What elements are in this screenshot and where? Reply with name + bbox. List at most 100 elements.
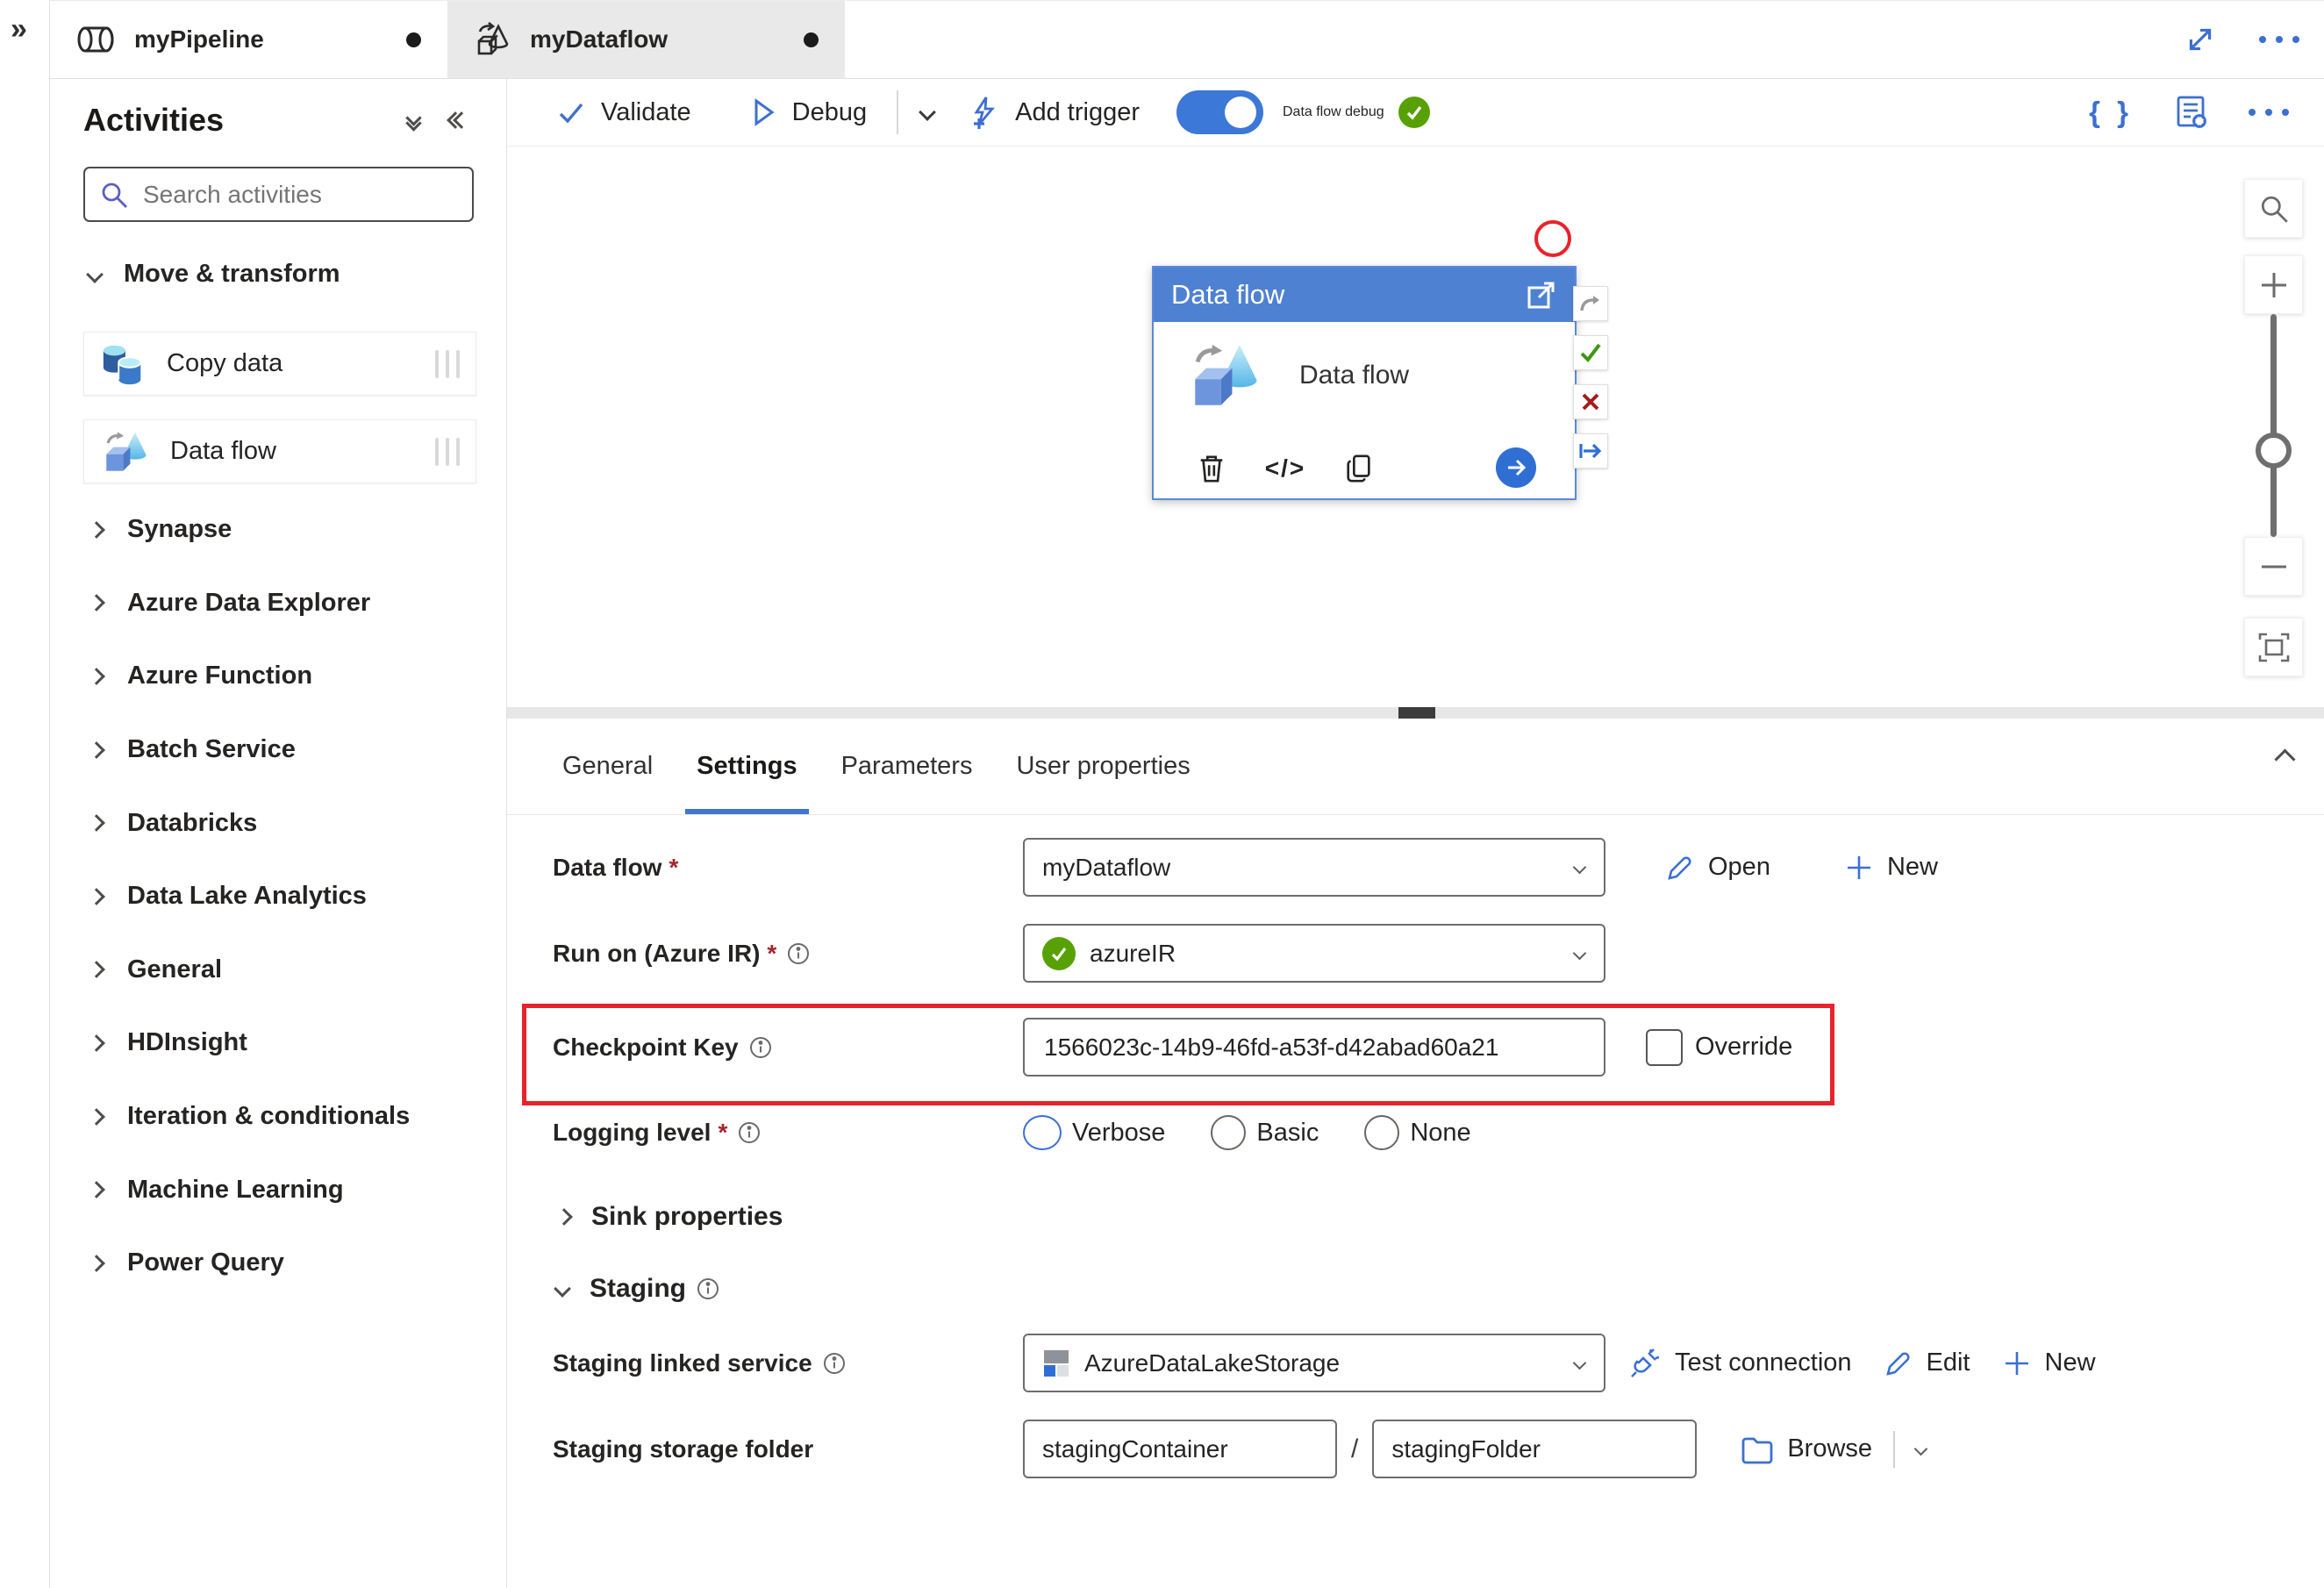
activities-title: Activities	[83, 102, 225, 138]
validate-button[interactable]: Validate	[556, 97, 691, 127]
clone-copy-icon[interactable]	[1343, 453, 1375, 484]
tab-settings[interactable]: Settings	[675, 719, 819, 814]
debug-button[interactable]: Debug	[749, 97, 867, 127]
browse-button[interactable]: Browse	[1741, 1434, 1872, 1464]
search-activities-box[interactable]	[83, 167, 474, 222]
unsaved-dot-icon	[804, 32, 819, 47]
category-hdinsight[interactable]: HDInsight	[50, 1006, 507, 1080]
category-iteration-conditionals[interactable]: Iteration & conditionals	[50, 1080, 507, 1154]
resize-diagonal-icon[interactable]	[2184, 23, 2217, 56]
radio-verbose[interactable]	[1023, 1115, 1062, 1150]
open-in-new-icon[interactable]	[1526, 279, 1557, 311]
debug-dropdown-chevron-icon[interactable]	[919, 104, 937, 121]
category-general[interactable]: General	[50, 933, 507, 1007]
rerun-arrow-icon[interactable]	[1573, 286, 1608, 321]
chevron-down-icon	[1572, 860, 1587, 875]
staging-container-input[interactable]	[1040, 1434, 1319, 1464]
override-checkbox[interactable]	[1646, 1028, 1683, 1066]
category-power-query[interactable]: Power Query	[50, 1227, 507, 1300]
run-on-label: Run on (Azure IR) *	[553, 940, 1023, 968]
radio-basic[interactable]	[1211, 1115, 1247, 1150]
new-plus-icon	[2005, 1351, 2028, 1375]
zoom-slider-thumb[interactable]	[2256, 433, 2292, 469]
chevron-down-icon	[1572, 946, 1587, 961]
tab-label: myDataflow	[530, 25, 669, 53]
staging-group[interactable]: Staging	[553, 1270, 2324, 1308]
tab-label: myPipeline	[134, 25, 264, 53]
tab-mydataflow[interactable]: myDataflow	[447, 1, 845, 78]
double-chevron-down-icon[interactable]	[405, 109, 422, 132]
canvas-search-button[interactable]	[2244, 179, 2303, 238]
activity-data-flow[interactable]: Data flow	[83, 419, 476, 483]
edit-linked-service-button[interactable]: Edit	[1884, 1348, 1970, 1378]
next-arrow-icon[interactable]	[1573, 433, 1608, 469]
info-icon	[738, 1121, 761, 1144]
pipeline-canvas[interactable]: Data flow Data flow </>	[507, 147, 2324, 707]
zoom-slider-track[interactable]	[2270, 314, 2277, 537]
tab-general[interactable]: General	[540, 719, 675, 814]
edit-pencil-icon	[1668, 855, 1691, 880]
more-options-icon[interactable]	[2259, 36, 2299, 43]
panel-resize-handle[interactable]	[1398, 707, 1435, 719]
section-move-and-transform[interactable]: Move & transform	[86, 260, 340, 289]
category-databricks[interactable]: Databricks	[50, 786, 507, 860]
staging-folder-input-wrap	[1372, 1420, 1698, 1478]
code-braces-icon[interactable]: { }	[2089, 96, 2133, 129]
activities-sidebar: Activities Move & transform	[50, 79, 507, 1588]
staging-folder-input[interactable]	[1390, 1434, 1680, 1464]
category-batch-service[interactable]: Batch Service	[50, 713, 507, 787]
chevron-right-icon	[88, 740, 105, 759]
add-trigger-button[interactable]: Add trigger	[969, 95, 1140, 130]
info-icon	[749, 1036, 772, 1059]
new-dataflow-button[interactable]: New	[1844, 853, 1938, 883]
tab-user-properties[interactable]: User properties	[994, 719, 1212, 814]
category-azure-data-explorer[interactable]: Azure Data Explorer	[50, 567, 507, 640]
data-flow-label: Data flow *	[553, 853, 679, 881]
data-flow-select[interactable]: myDataflow	[1023, 838, 1605, 897]
search-activities-input[interactable]	[141, 179, 440, 210]
more-options-icon[interactable]	[2249, 109, 2289, 116]
category-azure-function[interactable]: Azure Function	[50, 640, 507, 713]
checkpoint-key-input[interactable]	[1042, 1032, 1586, 1062]
panel-resize-divider[interactable]	[507, 707, 2324, 719]
error-x-icon[interactable]	[1573, 384, 1608, 419]
category-synapse[interactable]: Synapse	[50, 493, 507, 567]
double-chevron-right-icon[interactable]: »	[11, 12, 27, 46]
fit-to-screen-button[interactable]	[2244, 618, 2303, 676]
staging-linked-service-row: Staging linked service AzureDataLakeStor…	[553, 1334, 2324, 1392]
activity-copy-data[interactable]: Copy data	[83, 332, 476, 396]
test-connection-button[interactable]: Test connection	[1628, 1347, 1852, 1380]
config-tab-bar: General Settings Parameters User propert…	[507, 719, 2324, 815]
collapse-sidebar-icon[interactable]	[447, 111, 470, 129]
pipeline-settings-list-icon[interactable]	[2171, 93, 2210, 132]
info-icon	[823, 1352, 846, 1375]
zoom-in-button[interactable]	[2244, 255, 2303, 314]
success-check-icon[interactable]	[1573, 335, 1608, 370]
radio-none[interactable]	[1364, 1115, 1400, 1150]
open-dataflow-button[interactable]: Open	[1665, 853, 1770, 883]
go-arrow-circle-icon[interactable]	[1496, 447, 1536, 488]
category-data-lake-analytics[interactable]: Data Lake Analytics	[50, 860, 507, 933]
sink-properties-group[interactable]: Sink properties	[553, 1198, 2324, 1236]
chevron-right-icon	[88, 1107, 105, 1126]
run-on-select[interactable]: azureIR	[1023, 924, 1605, 983]
tab-parameters[interactable]: Parameters	[819, 719, 995, 814]
staging-container-input-wrap	[1023, 1420, 1337, 1478]
chevron-right-icon	[88, 520, 105, 539]
dataflow-activity-node[interactable]: Data flow Data flow </>	[1152, 266, 1577, 500]
staging-linked-service-select[interactable]: AzureDataLakeStorage	[1023, 1334, 1605, 1392]
data-flow-row: Data flow * myDataflow Open New	[553, 838, 2324, 897]
checkpoint-key-label: Checkpoint Key	[553, 1034, 1023, 1062]
tab-mypipeline[interactable]: myPipeline	[50, 1, 447, 78]
new-linked-service-button[interactable]: New	[2002, 1348, 2096, 1378]
drag-handle-icon[interactable]	[435, 349, 460, 378]
view-code-icon[interactable]: </>	[1265, 454, 1304, 483]
drag-handle-icon[interactable]	[435, 437, 460, 466]
chevron-right-icon	[555, 1208, 573, 1226]
dataflow-debug-toggle[interactable]	[1176, 90, 1263, 134]
category-machine-learning[interactable]: Machine Learning	[50, 1153, 507, 1227]
activities-header: Activities	[83, 102, 478, 139]
browse-dropdown-chevron-icon[interactable]	[1913, 1441, 1928, 1456]
delete-trash-icon[interactable]	[1196, 453, 1227, 484]
zoom-out-button[interactable]	[2244, 537, 2303, 596]
